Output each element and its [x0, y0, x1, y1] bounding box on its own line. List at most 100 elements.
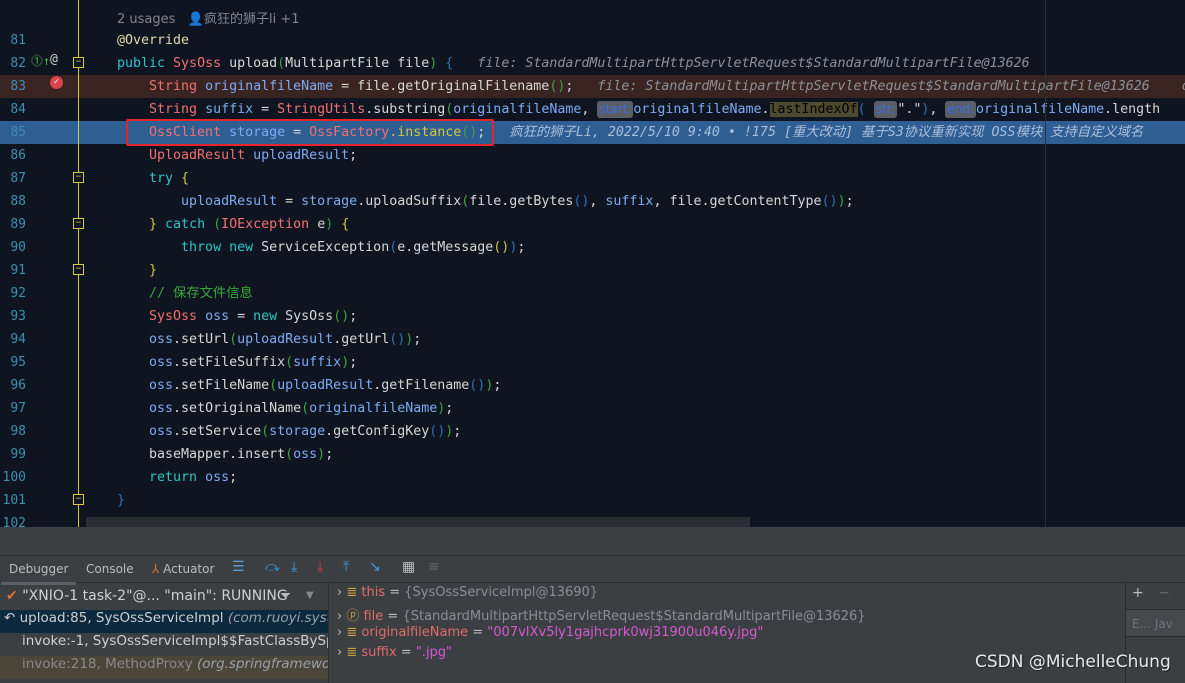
chevron-right-icon[interactable]: › [337, 645, 346, 660]
annotation-icon[interactable]: @ [50, 52, 58, 67]
variable-row[interactable]: › ≣ suffix = ".jpg" [337, 645, 452, 665]
stack-frame[interactable]: ↶ upload:85, SysOssServiceImpl (com.ruoy… [0, 610, 328, 633]
code-line[interactable]: 101} [0, 489, 1185, 512]
code-line[interactable]: 90 throw new ServiceException(e.getMessa… [0, 236, 1185, 259]
code-text[interactable]: SysOss oss = new SysOss(); [117, 305, 357, 328]
tab-actuator[interactable]: ⅄ Actuator [152, 562, 214, 576]
line-number[interactable]: 88 [0, 190, 26, 213]
usages-count[interactable]: 2 usages [117, 12, 175, 27]
fold-icon[interactable]: − [73, 264, 84, 275]
chevron-right-icon[interactable]: › [337, 585, 346, 600]
code-line[interactable]: 95 oss.setFileSuffix(suffix); [0, 351, 1185, 374]
line-number[interactable]: 99 [0, 443, 26, 466]
tab-console[interactable]: Console [86, 562, 134, 576]
remove-watch-button[interactable]: − [1158, 585, 1170, 601]
code-text[interactable]: oss.setOriginalName(originalfileName); [117, 397, 453, 420]
variable-row[interactable]: › ≣ this = {SysOssServiceImpl@13690} [337, 585, 598, 605]
thread-selector[interactable]: ✔ "XNIO-1 task-2"@... "main": RUNNING ⏷ ▼ [0, 583, 328, 609]
code-text[interactable]: String suffix = StringUtils.substring (or… [117, 98, 1160, 121]
code-text[interactable]: UploadResult uploadResult; [117, 144, 357, 167]
step-over-icon[interactable]: ⤼ [265, 559, 280, 575]
line-number[interactable]: 84 [0, 98, 26, 121]
tab-debugger[interactable]: Debugger [0, 562, 77, 585]
code-text[interactable]: } [117, 489, 125, 512]
step-into-icon[interactable]: ⤓ [291, 559, 297, 575]
code-text[interactable]: String originalfileName = file.getOrigin… [117, 75, 1185, 98]
code-text[interactable]: oss.setUrl(uploadResult.getUrl()); [117, 328, 421, 351]
code-line[interactable]: 91 } [0, 259, 1185, 282]
code-line[interactable]: 92 // 保存文件信息 [0, 282, 1185, 305]
implements-icon[interactable]: ⓵↑ [31, 52, 50, 69]
force-step-into-icon[interactable]: ⤓ [317, 559, 323, 575]
evaluate-icon[interactable]: ▦ [402, 559, 415, 575]
code-line[interactable]: 84 String suffix = StringUtils.substring… [0, 98, 1185, 121]
code-text[interactable]: try { [117, 167, 189, 190]
code-line[interactable]: 87 try { [0, 167, 1185, 190]
variable-row[interactable]: › ⓟ file = {StandardMultipartHttpServlet… [337, 605, 866, 625]
line-number[interactable]: 96 [0, 374, 26, 397]
code-line[interactable]: 93 SysOss oss = new SysOss(); [0, 305, 1185, 328]
code-text[interactable]: @Override [117, 29, 189, 52]
line-number[interactable]: 85 [0, 121, 26, 144]
fold-icon[interactable]: − [73, 218, 84, 229]
line-number[interactable]: 93 [0, 305, 26, 328]
stack-frame[interactable]: invoke:218, MethodProxy (org.springframe… [0, 656, 328, 679]
code-line[interactable]: 81 @Override [0, 29, 1185, 52]
code-text[interactable]: oss.setFileSuffix(suffix); [117, 351, 357, 374]
code-text[interactable]: throw new ServiceException(e.getMessage(… [117, 236, 525, 259]
fold-icon[interactable]: − [73, 57, 84, 68]
fold-icon[interactable]: − [73, 494, 84, 505]
chevron-down-icon[interactable]: ▼ [306, 583, 314, 609]
fold-icon[interactable]: − [73, 172, 84, 183]
line-number[interactable]: 101 [0, 489, 26, 512]
code-line[interactable]: 100 return oss; [0, 466, 1185, 489]
line-number[interactable]: 100 [0, 466, 26, 489]
line-number[interactable]: 98 [0, 420, 26, 443]
code-line[interactable]: 98 oss.setService(storage.getConfigKey()… [0, 420, 1185, 443]
line-number[interactable]: 82 [0, 52, 26, 75]
code-line[interactable]: 82 public SysOss upload(MultipartFile fil… [0, 52, 1185, 75]
line-number[interactable]: 94 [0, 328, 26, 351]
line-number[interactable]: 95 [0, 351, 26, 374]
code-text[interactable]: oss.setFileName(uploadResult.getFilename… [117, 374, 501, 397]
code-line[interactable]: 96 oss.setFileName(uploadResult.getFilen… [0, 374, 1185, 397]
line-number[interactable]: 97 [0, 397, 26, 420]
line-number[interactable]: 86 [0, 144, 26, 167]
code-line[interactable]: 88 uploadResult = storage.uploadSuffix(f… [0, 190, 1185, 213]
trace-icon[interactable]: ≡ [428, 559, 440, 575]
line-number[interactable]: 102 [0, 512, 26, 527]
code-line[interactable]: 99 baseMapper.insert(oss); [0, 443, 1185, 466]
stack-frame[interactable]: invoke:-1, SysOssServiceImpl$$FastClassB… [0, 633, 328, 656]
code-line[interactable]: 97 oss.setOriginalName(originalfileName)… [0, 397, 1185, 420]
breakpoint-icon[interactable]: ✓ [50, 76, 63, 89]
code-text[interactable]: } [117, 259, 157, 282]
code-text[interactable]: } catch (IOException e) { [117, 213, 349, 236]
line-number[interactable]: 87 [0, 167, 26, 190]
line-number[interactable]: 91 [0, 259, 26, 282]
line-number[interactable]: 81 [0, 29, 26, 52]
horizontal-scrollbar[interactable] [86, 517, 750, 527]
run-to-cursor-icon[interactable]: ↘ [369, 559, 381, 575]
layout-icon[interactable]: ☰ [232, 559, 245, 575]
chevron-right-icon[interactable]: › [337, 625, 346, 640]
code-text[interactable]: // 保存文件信息 [117, 282, 253, 305]
code-text[interactable]: public SysOss upload(MultipartFile file)… [117, 52, 1030, 75]
code-text[interactable]: baseMapper.insert(oss); [117, 443, 333, 466]
line-number[interactable]: 89 [0, 213, 26, 236]
code-line[interactable]: 83 String originalfileName = file.getOri… [0, 75, 1185, 98]
line-number[interactable]: 83 [0, 75, 26, 98]
code-editor[interactable]: 2 usages 👤疯狂的狮子li +1 81 @Override 82 public… [0, 0, 1185, 527]
step-out-icon[interactable]: ⤒ [343, 559, 349, 575]
evaluate-input[interactable]: E... Jav [1126, 609, 1185, 637]
line-number[interactable]: 92 [0, 282, 26, 305]
variable-row[interactable]: › ≣ originalfileName = "007vIXv5ly1gajhc… [337, 625, 763, 645]
code-line[interactable]: 94 oss.setUrl(uploadResult.getUrl()); [0, 328, 1185, 351]
add-watch-button[interactable]: + [1132, 585, 1144, 601]
code-text[interactable]: return oss; [117, 466, 237, 489]
line-number[interactable]: 90 [0, 236, 26, 259]
code-text[interactable]: uploadResult = storage.uploadSuffix(file… [117, 190, 854, 213]
code-line[interactable]: 86 UploadResult uploadResult; [0, 144, 1185, 167]
filter-icon[interactable]: ⏷ [280, 583, 291, 609]
usages-hint[interactable]: 2 usages 👤疯狂的狮子li +1 [117, 8, 300, 27]
chevron-right-icon[interactable]: › [337, 609, 346, 624]
